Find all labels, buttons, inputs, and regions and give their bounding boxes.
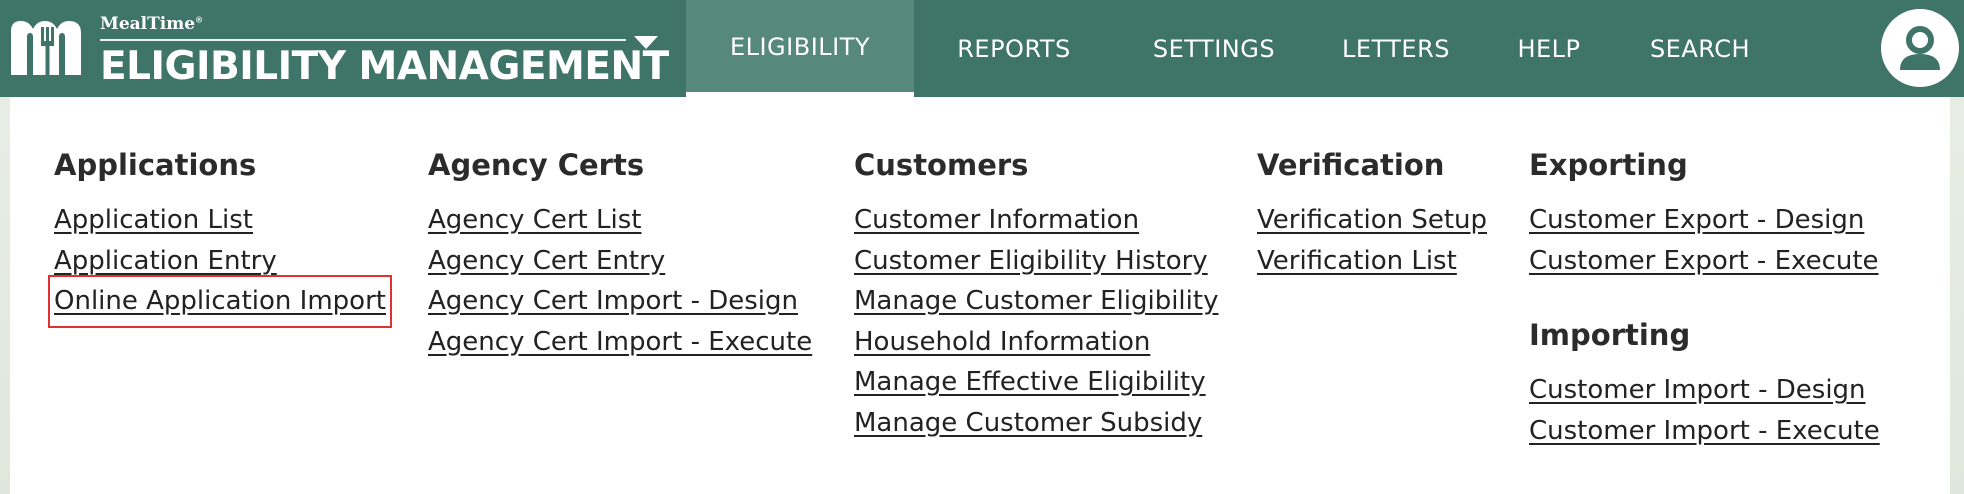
link-application-entry[interactable]: Application Entry bbox=[54, 241, 386, 282]
menu-column-exporting-importing: Exporting Customer Export - Design Custo… bbox=[1529, 145, 1880, 451]
link-verification-setup[interactable]: Verification Setup bbox=[1257, 200, 1487, 241]
nav-help[interactable]: HELP bbox=[1478, 0, 1620, 97]
link-customer-import-design[interactable]: Customer Import - Design bbox=[1529, 370, 1880, 411]
menu-heading-customers: Customers bbox=[854, 148, 1029, 182]
link-agency-cert-entry[interactable]: Agency Cert Entry bbox=[428, 241, 812, 282]
brand[interactable]: MealTime® ELIGIBILITY MANAGEMENT bbox=[0, 0, 686, 97]
link-household-information[interactable]: Household Information bbox=[854, 322, 1218, 363]
nav-letters[interactable]: LETTERS bbox=[1314, 0, 1478, 97]
link-customer-export-execute[interactable]: Customer Export - Execute bbox=[1529, 241, 1880, 282]
link-customer-import-execute[interactable]: Customer Import - Execute bbox=[1529, 411, 1880, 452]
menu-heading-importing: Importing bbox=[1529, 318, 1691, 352]
link-manage-effective-eligibility[interactable]: Manage Effective Eligibility bbox=[854, 362, 1218, 403]
link-agency-cert-list[interactable]: Agency Cert List bbox=[428, 200, 812, 241]
nav-eligibility[interactable]: ELIGIBILITY bbox=[686, 0, 914, 97]
menu-column-customers: Customers Customer Information Customer … bbox=[854, 145, 1218, 443]
nav-reports[interactable]: REPORTS bbox=[914, 0, 1114, 97]
menu-heading-verification: Verification bbox=[1257, 148, 1445, 182]
menu-heading-exporting: Exporting bbox=[1529, 148, 1688, 182]
link-online-application-import[interactable]: Online Application Import bbox=[48, 275, 392, 328]
eligibility-dropdown-menu: Applications Application List Applicatio… bbox=[10, 97, 1950, 494]
menu-column-applications: Applications Application List Applicatio… bbox=[48, 145, 392, 328]
menu-column-agency-certs: Agency Certs Agency Cert List Agency Cer… bbox=[428, 145, 812, 362]
link-verification-list[interactable]: Verification List bbox=[1257, 241, 1487, 282]
link-agency-cert-import-design[interactable]: Agency Cert Import - Design bbox=[428, 281, 812, 322]
top-header: MealTime® ELIGIBILITY MANAGEMENT ELIGIBI… bbox=[0, 0, 1964, 97]
link-manage-customer-eligibility[interactable]: Manage Customer Eligibility bbox=[854, 281, 1218, 322]
menu-heading-agency-certs: Agency Certs bbox=[428, 148, 645, 182]
link-customer-information[interactable]: Customer Information bbox=[854, 200, 1218, 241]
link-customer-eligibility-history[interactable]: Customer Eligibility History bbox=[854, 241, 1218, 282]
brand-small-title: MealTime® bbox=[100, 14, 203, 34]
nav-settings[interactable]: SETTINGS bbox=[1114, 0, 1314, 97]
brand-text: MealTime® ELIGIBILITY MANAGEMENT bbox=[100, 0, 669, 97]
brand-registered-mark: ® bbox=[195, 14, 204, 25]
link-manage-customer-subsidy[interactable]: Manage Customer Subsidy bbox=[854, 403, 1218, 444]
menu-column-verification: Verification Verification Setup Verifica… bbox=[1257, 145, 1487, 281]
menu-heading-applications: Applications bbox=[54, 148, 257, 182]
main-nav: ELIGIBILITY REPORTS SETTINGS LETTERS HEL… bbox=[686, 0, 1780, 97]
app-title: ELIGIBILITY MANAGEMENT bbox=[100, 44, 669, 89]
link-agency-cert-import-execute[interactable]: Agency Cert Import - Execute bbox=[428, 322, 812, 363]
mealtime-logo-icon bbox=[6, 10, 86, 80]
brand-small-text: MealTime bbox=[100, 14, 196, 34]
link-application-list[interactable]: Application List bbox=[54, 200, 386, 241]
nav-search[interactable]: SEARCH bbox=[1620, 0, 1780, 97]
link-customer-export-design[interactable]: Customer Export - Design bbox=[1529, 200, 1880, 241]
brand-divider bbox=[100, 39, 626, 41]
user-avatar-icon[interactable] bbox=[1881, 9, 1959, 87]
chevron-down-icon[interactable] bbox=[634, 36, 658, 49]
